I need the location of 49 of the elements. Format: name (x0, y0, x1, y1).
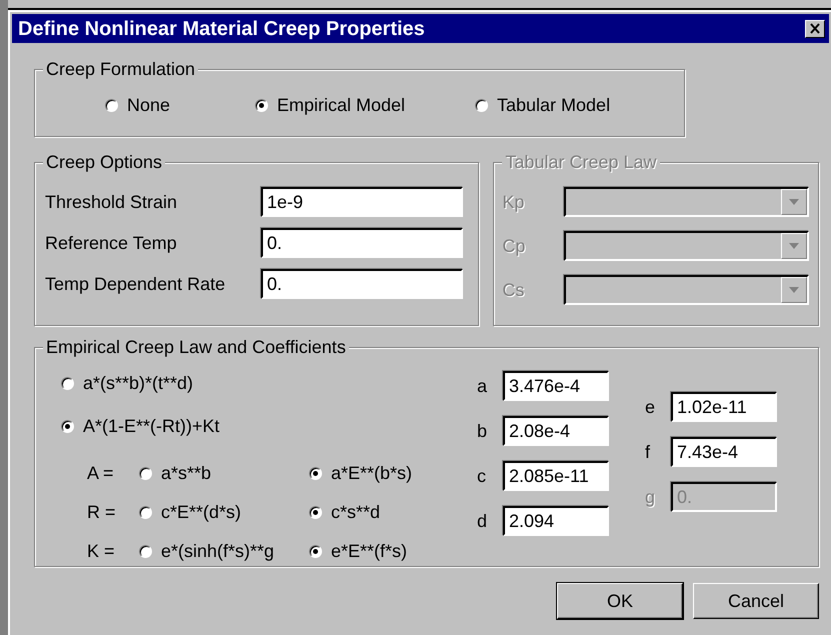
caret-icon (789, 199, 800, 205)
dialog-button[interactable]: Cancel (693, 583, 819, 619)
radio-button[interactable]: c*s**d (309, 499, 380, 526)
caret-icon (789, 243, 800, 249)
field-label: Cs (502, 278, 526, 302)
radio-button[interactable]: e*E**(f*s) (309, 538, 408, 565)
input-field[interactable]: 0. (261, 269, 463, 299)
term-label: R = (87, 501, 117, 524)
radio-button[interactable]: c*E**(d*s) (139, 499, 309, 526)
group-title: Empirical Creep Law and Coefficients (43, 338, 349, 356)
input-field[interactable]: 1.02e-11 (671, 392, 777, 422)
input-field[interactable]: 0. (261, 228, 463, 258)
input-field[interactable]: 1e-9 (261, 187, 463, 217)
field-label: Threshold Strain (45, 190, 178, 214)
field-label: Cp (502, 234, 526, 258)
group-title: Tabular Creep Law (502, 153, 660, 171)
input-field[interactable]: 2.085e-11 (503, 461, 609, 491)
input-field[interactable]: 3.476e-4 (503, 371, 609, 401)
input-field[interactable]: 2.094 (503, 506, 609, 536)
field-label: f (645, 440, 652, 464)
radio-button[interactable]: e*(sinh(f*s)**g (139, 538, 309, 565)
field-label: c (477, 464, 487, 488)
field-label: e (645, 396, 656, 418)
field-label: Kp (502, 190, 526, 214)
group-title: Creep Options (43, 153, 166, 171)
radio-button[interactable]: a*(s**b)*(t**d) (61, 370, 471, 397)
field-label: a (477, 374, 488, 398)
input-field[interactable]: 7.43e-4 (671, 437, 777, 467)
radio-button[interactable]: Tabular Model (475, 92, 655, 119)
term-label: A = (87, 462, 115, 485)
field-label: Reference Temp (45, 232, 178, 255)
field-label: b (477, 420, 488, 442)
close-button[interactable] (805, 20, 825, 38)
close-icon (809, 23, 821, 34)
radio-button[interactable]: a*s**b (139, 460, 309, 487)
radio-button[interactable]: None (105, 92, 255, 119)
field-label: Temp Dependent Rate (45, 272, 226, 296)
radio-button[interactable]: A*(1-E**(-Rt))+Kt (61, 413, 471, 440)
radio-button[interactable]: a*E**(b*s) (309, 460, 412, 487)
field-label: d (477, 510, 488, 532)
dialog-button[interactable]: OK (557, 583, 683, 619)
group-title: Creep Formulation (43, 60, 198, 78)
radio-button[interactable]: Empirical Model (255, 92, 475, 119)
input-field: 0. (671, 482, 777, 512)
window-title: Define Nonlinear Material Creep Properties (18, 16, 425, 42)
input-field[interactable]: 2.08e-4 (503, 416, 609, 446)
caret-icon (789, 287, 800, 293)
term-label: K = (87, 540, 116, 563)
field-label: g (645, 486, 656, 509)
